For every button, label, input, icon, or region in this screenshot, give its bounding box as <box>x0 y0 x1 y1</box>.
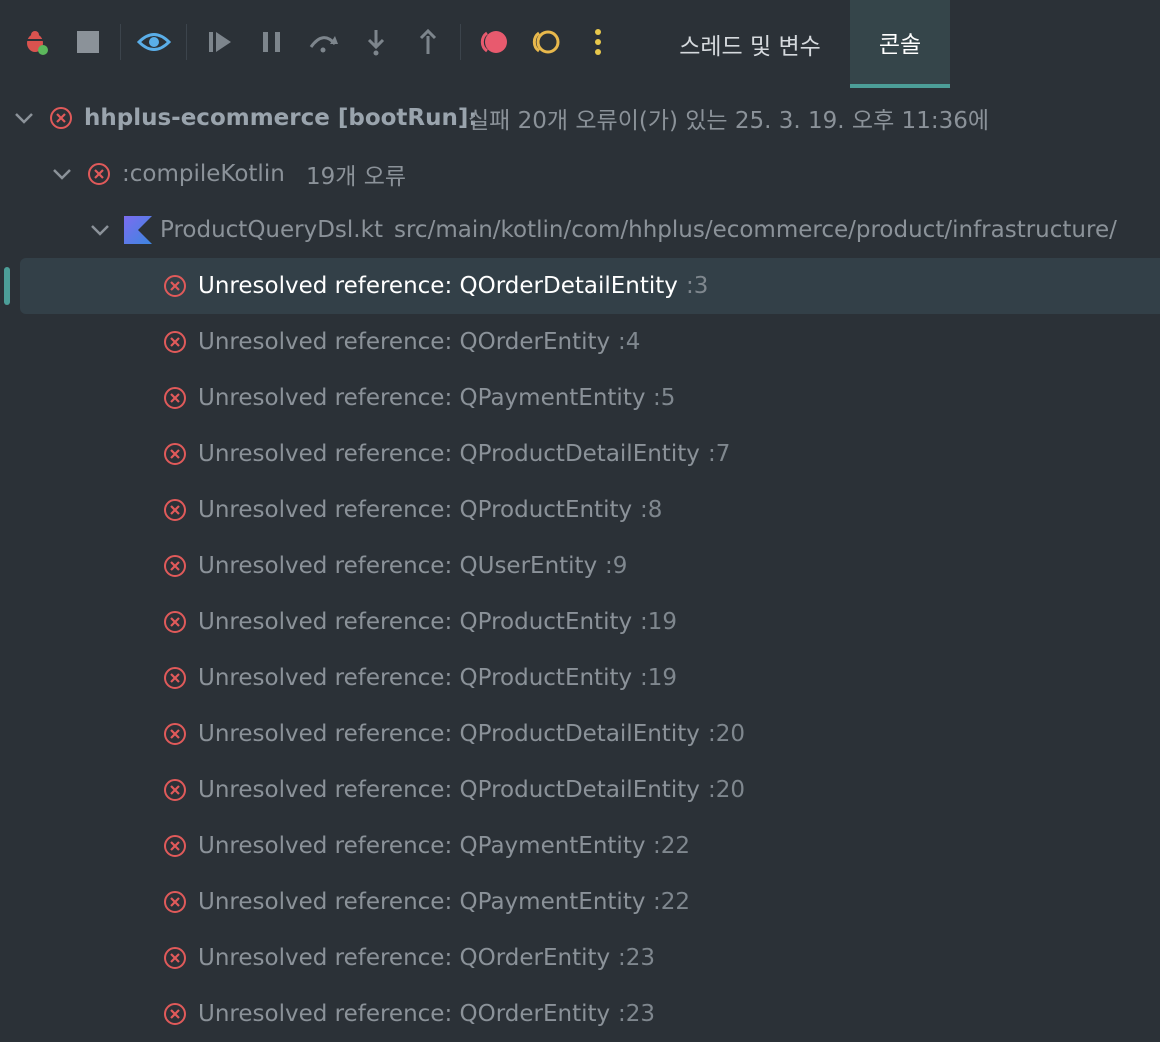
error-icon <box>164 1003 186 1025</box>
error-icon <box>88 163 110 185</box>
error-row[interactable]: Unresolved reference: QProductDetailEnti… <box>0 762 1160 818</box>
debug-toolbar: 스레드 및 변수 콘솔 <box>0 0 1160 88</box>
error-icon <box>164 555 186 577</box>
error-line-number: :5 <box>653 385 676 411</box>
rerun-icon[interactable] <box>526 18 566 66</box>
error-message: Unresolved reference: QPaymentEntity <box>198 889 646 915</box>
task-name: :compileKotlin <box>122 161 285 187</box>
error-icon <box>164 499 186 521</box>
error-row[interactable]: Unresolved reference: QUserEntity :9 <box>0 538 1160 594</box>
error-message: Unresolved reference: QProductDetailEnti… <box>198 777 700 803</box>
chevron-down-icon[interactable] <box>13 107 35 129</box>
error-icon <box>164 667 186 689</box>
error-row[interactable]: Unresolved reference: QProductDetailEnti… <box>0 426 1160 482</box>
watch-eye-icon[interactable] <box>134 18 174 66</box>
error-line-number: :4 <box>618 329 641 355</box>
error-line-number: :19 <box>640 665 678 691</box>
error-message: Unresolved reference: QProductDetailEnti… <box>198 721 700 747</box>
step-over-icon[interactable] <box>304 18 344 66</box>
error-line-number: :22 <box>653 833 691 859</box>
error-row[interactable]: Unresolved reference: QPaymentEntity :5 <box>0 370 1160 426</box>
error-message: Unresolved reference: QPaymentEntity <box>198 385 646 411</box>
error-row[interactable]: Unresolved reference: QOrderEntity :4 <box>0 314 1160 370</box>
error-message: Unresolved reference: QOrderEntity <box>198 329 611 355</box>
error-row[interactable]: Unresolved reference: QProductEntity :19 <box>0 650 1160 706</box>
file-path: src/main/kotlin/com/hhplus/ecommerce/pro… <box>394 217 1117 243</box>
error-icon <box>164 779 186 801</box>
error-icon <box>164 443 186 465</box>
tab-threads-variables[interactable]: 스레드 및 변수 <box>650 0 850 88</box>
toolbar-separator <box>460 24 461 60</box>
kotlin-file-icon <box>124 216 152 244</box>
more-vertical-icon[interactable] <box>578 18 618 66</box>
error-line-number: :3 <box>686 273 709 299</box>
task-error-count: 19개 오류 <box>306 164 407 190</box>
error-row[interactable]: Unresolved reference: QOrderEntity :23 <box>0 930 1160 986</box>
step-out-icon[interactable] <box>408 18 448 66</box>
record-icon[interactable] <box>474 18 514 66</box>
tree-row-task[interactable]: :compileKotlin 19개 오류 <box>0 146 1160 202</box>
error-icon <box>164 891 186 913</box>
chevron-down-icon[interactable] <box>89 219 111 241</box>
selection-marker <box>4 267 10 305</box>
pause-icon[interactable] <box>252 18 292 66</box>
file-name: ProductQueryDsl.kt <box>160 217 383 243</box>
toolbar-separator <box>186 24 187 60</box>
tree-row-file[interactable]: ProductQueryDsl.kt src/main/kotlin/com/h… <box>0 202 1160 258</box>
error-message: Unresolved reference: QOrderEntity <box>198 1001 611 1027</box>
chevron-down-icon[interactable] <box>51 163 73 185</box>
resume-icon[interactable] <box>200 18 240 66</box>
error-icon <box>164 275 186 297</box>
error-line-number: :9 <box>605 553 628 579</box>
error-icon <box>164 723 186 745</box>
error-line-number: :23 <box>618 945 656 971</box>
error-message: Unresolved reference: QProductDetailEnti… <box>198 441 700 467</box>
error-message: Unresolved reference: QPaymentEntity <box>198 833 646 859</box>
error-icon <box>164 387 186 409</box>
step-into-icon[interactable] <box>356 18 396 66</box>
error-line-number: :20 <box>708 721 746 747</box>
build-title: hhplus-ecommerce [bootRun]: <box>84 105 478 131</box>
toolbar-separator <box>120 24 121 60</box>
tab-console[interactable]: 콘솔 <box>850 0 950 88</box>
error-message: Unresolved reference: QProductEntity <box>198 609 633 635</box>
error-line-number: :20 <box>708 777 746 803</box>
error-row[interactable]: Unresolved reference: QPaymentEntity :22 <box>0 818 1160 874</box>
error-message: Unresolved reference: QUserEntity <box>198 553 598 579</box>
error-line-number: :8 <box>640 497 663 523</box>
error-line-number: :23 <box>618 1001 656 1027</box>
error-icon <box>164 331 186 353</box>
tree-row-root[interactable]: hhplus-ecommerce [bootRun]: 실패 20개 오류이(가… <box>0 90 1160 146</box>
error-message: Unresolved reference: QProductEntity <box>198 497 633 523</box>
error-icon <box>164 611 186 633</box>
error-icon <box>164 947 186 969</box>
error-row[interactable]: Unresolved reference: QProductDetailEnti… <box>0 706 1160 762</box>
error-icon <box>164 835 186 857</box>
build-status: 실패 20개 오류이(가) 있는 25. 3. 19. 오후 11:36에 <box>468 108 990 134</box>
error-row[interactable]: Unresolved reference: QOrderDetailEntity… <box>20 258 1160 314</box>
error-row[interactable]: Unresolved reference: QOrderEntity :23 <box>0 986 1160 1042</box>
error-icon <box>50 107 72 129</box>
error-message: Unresolved reference: QOrderEntity <box>198 945 611 971</box>
debug-bug-icon[interactable] <box>16 18 56 66</box>
error-row[interactable]: Unresolved reference: QProductEntity :19 <box>0 594 1160 650</box>
stop-icon[interactable] <box>68 18 108 66</box>
error-message: Unresolved reference: QProductEntity <box>198 665 633 691</box>
error-line-number: :19 <box>640 609 678 635</box>
error-message: Unresolved reference: QOrderDetailEntity <box>198 273 678 299</box>
error-row[interactable]: Unresolved reference: QProductEntity :8 <box>0 482 1160 538</box>
error-line-number: :22 <box>653 889 691 915</box>
error-line-number: :7 <box>708 441 731 467</box>
error-row[interactable]: Unresolved reference: QPaymentEntity :22 <box>0 874 1160 930</box>
